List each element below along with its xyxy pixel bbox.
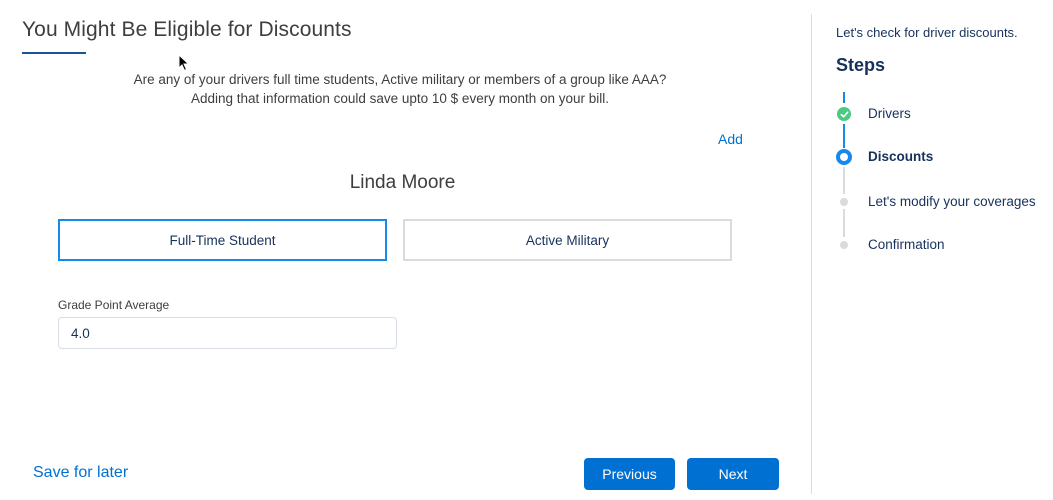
step-connector <box>843 167 845 194</box>
driver-name: Linda Moore <box>349 172 456 193</box>
title-underline <box>22 52 86 54</box>
check-icon <box>837 107 851 121</box>
dot-icon <box>840 241 848 249</box>
step-confirmation[interactable]: Confirmation <box>868 237 945 252</box>
active-military-option[interactable]: Active Military <box>403 219 732 261</box>
step-coverages[interactable]: Let's modify your coverages <box>868 194 1036 209</box>
ring-icon <box>836 149 852 165</box>
add-link[interactable]: Add <box>718 131 743 147</box>
gpa-input[interactable] <box>58 317 397 349</box>
full-time-student-option[interactable]: Full-Time Student <box>58 219 387 261</box>
steps-sidebar: Let's check for driver discounts. Steps … <box>812 0 1053 500</box>
step-drivers[interactable]: Drivers <box>868 106 911 121</box>
intro-line-1: Are any of your drivers full time studen… <box>133 72 667 87</box>
intro-line-2: Adding that information could save upto … <box>191 91 609 106</box>
step-connector <box>843 124 845 148</box>
dot-icon <box>840 198 848 206</box>
step-connector <box>843 209 845 237</box>
option-label: Active Military <box>525 232 610 248</box>
steps-title: Steps <box>836 55 886 75</box>
previous-button[interactable]: Previous <box>584 458 675 490</box>
step-discounts[interactable]: Discounts <box>868 149 933 164</box>
gpa-label: Grade Point Average <box>58 298 170 312</box>
mouse-cursor-icon <box>178 54 190 72</box>
main-panel: You Might Be Eligible for Discounts Are … <box>0 0 811 500</box>
step-connector <box>843 92 845 103</box>
next-button[interactable]: Next <box>687 458 779 490</box>
option-label: Full-Time Student <box>169 232 276 248</box>
sidebar-description: Let's check for driver discounts. <box>836 25 1018 40</box>
save-for-later-link[interactable]: Save for later <box>33 464 128 482</box>
page-title: You Might Be Eligible for Discounts <box>22 18 352 41</box>
